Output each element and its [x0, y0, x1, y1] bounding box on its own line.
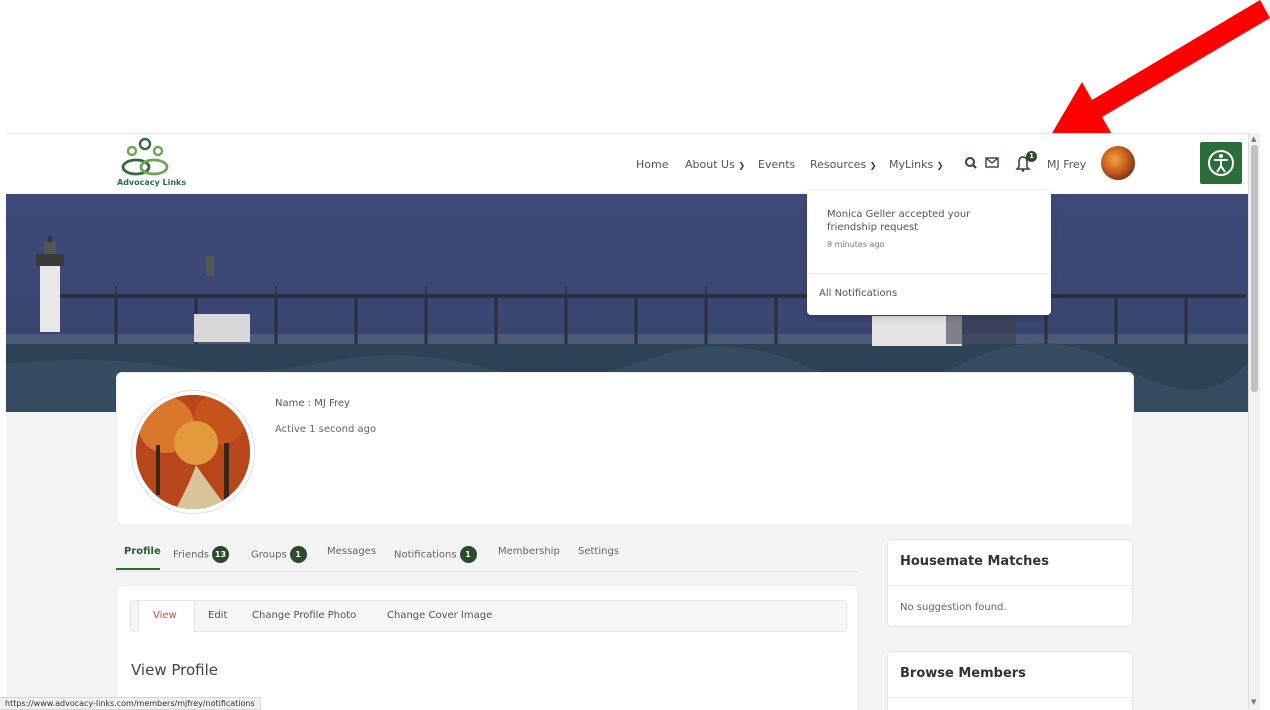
tab-notifications[interactable]: Notifications 1 — [394, 546, 477, 563]
nav-mylinks-label: MyLinks — [889, 158, 934, 171]
red-annotation-arrow — [1048, 0, 1270, 140]
scroll-up-arrow-icon[interactable]: ▲ — [1251, 135, 1256, 143]
mail-icon[interactable] — [985, 154, 999, 172]
tab-notifications-label: Notifications — [394, 549, 457, 561]
nav-resources[interactable]: Resources ❯ — [810, 158, 876, 171]
subtab-change-profile-photo[interactable]: Change Profile Photo — [252, 610, 356, 621]
notification-message[interactable]: Monica Geller accepted your friendship r… — [827, 208, 1017, 234]
chevron-down-icon: ❯ — [738, 161, 746, 170]
housemate-matches-widget: Housemate Matches No suggestion found. — [887, 539, 1134, 627]
accessibility-button[interactable] — [1200, 142, 1242, 184]
nav-about-us[interactable]: About Us ❯ — [685, 158, 745, 171]
tab-groups[interactable]: Groups 1 — [251, 546, 307, 563]
browse-members-widget: Browse Members — [887, 651, 1134, 710]
nav-about-us-label: About Us — [685, 158, 735, 171]
browser-status-bar: https://www.advocacy-links.com/members/m… — [0, 697, 261, 710]
tab-profile[interactable]: Profile — [124, 546, 161, 557]
profile-content-card: View Edit Change Profile Photo Change Co… — [116, 585, 859, 710]
all-notifications-link[interactable]: All Notifications — [819, 288, 897, 299]
profile-name: Name : MJ Frey — [275, 398, 350, 409]
tab-membership[interactable]: Membership — [498, 546, 560, 557]
profile-last-active: Active 1 second ago — [275, 424, 377, 435]
subtab-change-cover-image[interactable]: Change Cover Image — [387, 610, 492, 621]
profile-tabs: Profile Friends 13 Groups 1 Messages Notif… — [116, 544, 858, 572]
chevron-down-icon: ❯ — [936, 161, 944, 170]
logo-text: Advocacy Links — [117, 178, 187, 187]
housemate-matches-title: Housemate Matches — [900, 554, 1049, 569]
profile-photo[interactable] — [132, 391, 254, 513]
user-avatar[interactable] — [1101, 146, 1135, 180]
profile-subtabs: View Edit Change Profile Photo Change Co… — [130, 600, 847, 632]
browser-viewport: Advocacy Links Home About Us ❯ Events Re… — [6, 133, 1256, 710]
notifications-count-badge: 1 — [459, 546, 477, 563]
profile-header-card: Name : MJ Frey Active 1 second ago — [116, 372, 1134, 526]
site-logo[interactable]: Advocacy Links — [114, 137, 194, 191]
widget-divider — [888, 697, 1134, 698]
tab-groups-label: Groups — [251, 549, 287, 561]
nav-resources-label: Resources — [810, 158, 867, 171]
housemate-matches-empty: No suggestion found. — [900, 602, 1007, 613]
notification-count-badge: 1 — [1026, 151, 1037, 162]
friends-count-badge: 13 — [211, 546, 229, 563]
subtab-view[interactable]: View — [153, 610, 177, 621]
subtab-edit[interactable]: Edit — [208, 610, 227, 621]
widget-divider — [888, 585, 1134, 586]
tab-settings[interactable]: Settings — [578, 546, 619, 557]
view-profile-title: View Profile — [131, 661, 219, 679]
scrollbar-thumb[interactable] — [1251, 145, 1258, 392]
user-name-link[interactable]: MJ Frey — [1047, 158, 1086, 171]
tab-friends[interactable]: Friends 13 — [173, 546, 229, 563]
profile-photo-image — [136, 395, 250, 509]
tab-messages[interactable]: Messages — [327, 546, 376, 557]
chevron-down-icon: ❯ — [869, 161, 877, 170]
notification-time: 9 minutes ago — [827, 240, 885, 249]
active-tab-indicator — [116, 568, 160, 570]
vertical-scrollbar[interactable]: ▲ ▼ — [1248, 133, 1260, 710]
dropdown-divider — [807, 273, 1051, 274]
accessibility-icon — [1208, 150, 1234, 176]
tab-friends-label: Friends — [173, 549, 209, 561]
groups-count-badge: 1 — [289, 546, 307, 563]
scroll-down-arrow-icon[interactable]: ▼ — [1251, 698, 1256, 706]
nav-mylinks[interactable]: MyLinks ❯ — [889, 158, 943, 171]
browse-members-title: Browse Members — [900, 666, 1026, 681]
site-header: Advocacy Links Home About Us ❯ Events Re… — [6, 134, 1248, 194]
search-icon[interactable] — [964, 154, 978, 172]
nav-events[interactable]: Events — [758, 158, 795, 171]
logo-icon — [121, 137, 169, 176]
notifications-dropdown: Monica Geller accepted your friendship r… — [807, 191, 1051, 315]
nav-home[interactable]: Home — [636, 158, 668, 171]
